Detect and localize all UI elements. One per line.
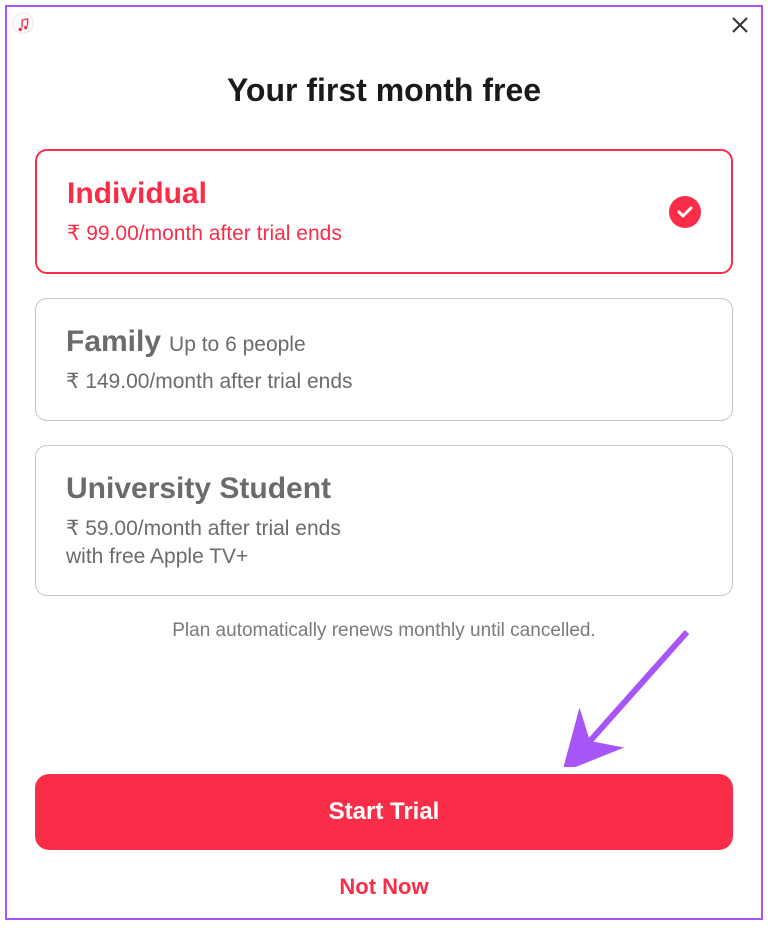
plans-list: Individual ₹ 99.00/month after trial end… [7,149,761,596]
plan-title: Individual [67,177,207,211]
plan-card-individual[interactable]: Individual ₹ 99.00/month after trial end… [35,149,733,274]
page-title: Your first month free [7,72,761,109]
bottom-actions: Start Trial Not Now [35,774,733,900]
start-trial-button[interactable]: Start Trial [35,774,733,850]
plan-subtitle: Up to 6 people [169,333,306,357]
not-now-link[interactable]: Not Now [35,874,733,900]
annotation-arrow-icon [562,622,702,767]
plan-price: ₹ 59.00/month after trial ends [66,516,702,541]
selected-check-icon [669,196,701,228]
close-button[interactable] [731,15,749,39]
trial-dialog: Your first month free Individual ₹ 99.00… [5,5,763,920]
plan-card-family[interactable]: Family Up to 6 people ₹ 149.00/month aft… [35,298,733,421]
plan-extra: with free Apple TV+ [66,545,702,569]
apple-music-icon [12,12,34,34]
plan-title: Family [66,325,161,359]
plan-price: ₹ 99.00/month after trial ends [67,221,701,246]
plan-card-student[interactable]: University Student ₹ 59.00/month after t… [35,445,733,596]
close-icon [731,13,749,40]
renewal-note: Plan automatically renews monthly until … [7,620,761,642]
plan-price: ₹ 149.00/month after trial ends [66,369,702,394]
plan-title: University Student [66,472,331,506]
